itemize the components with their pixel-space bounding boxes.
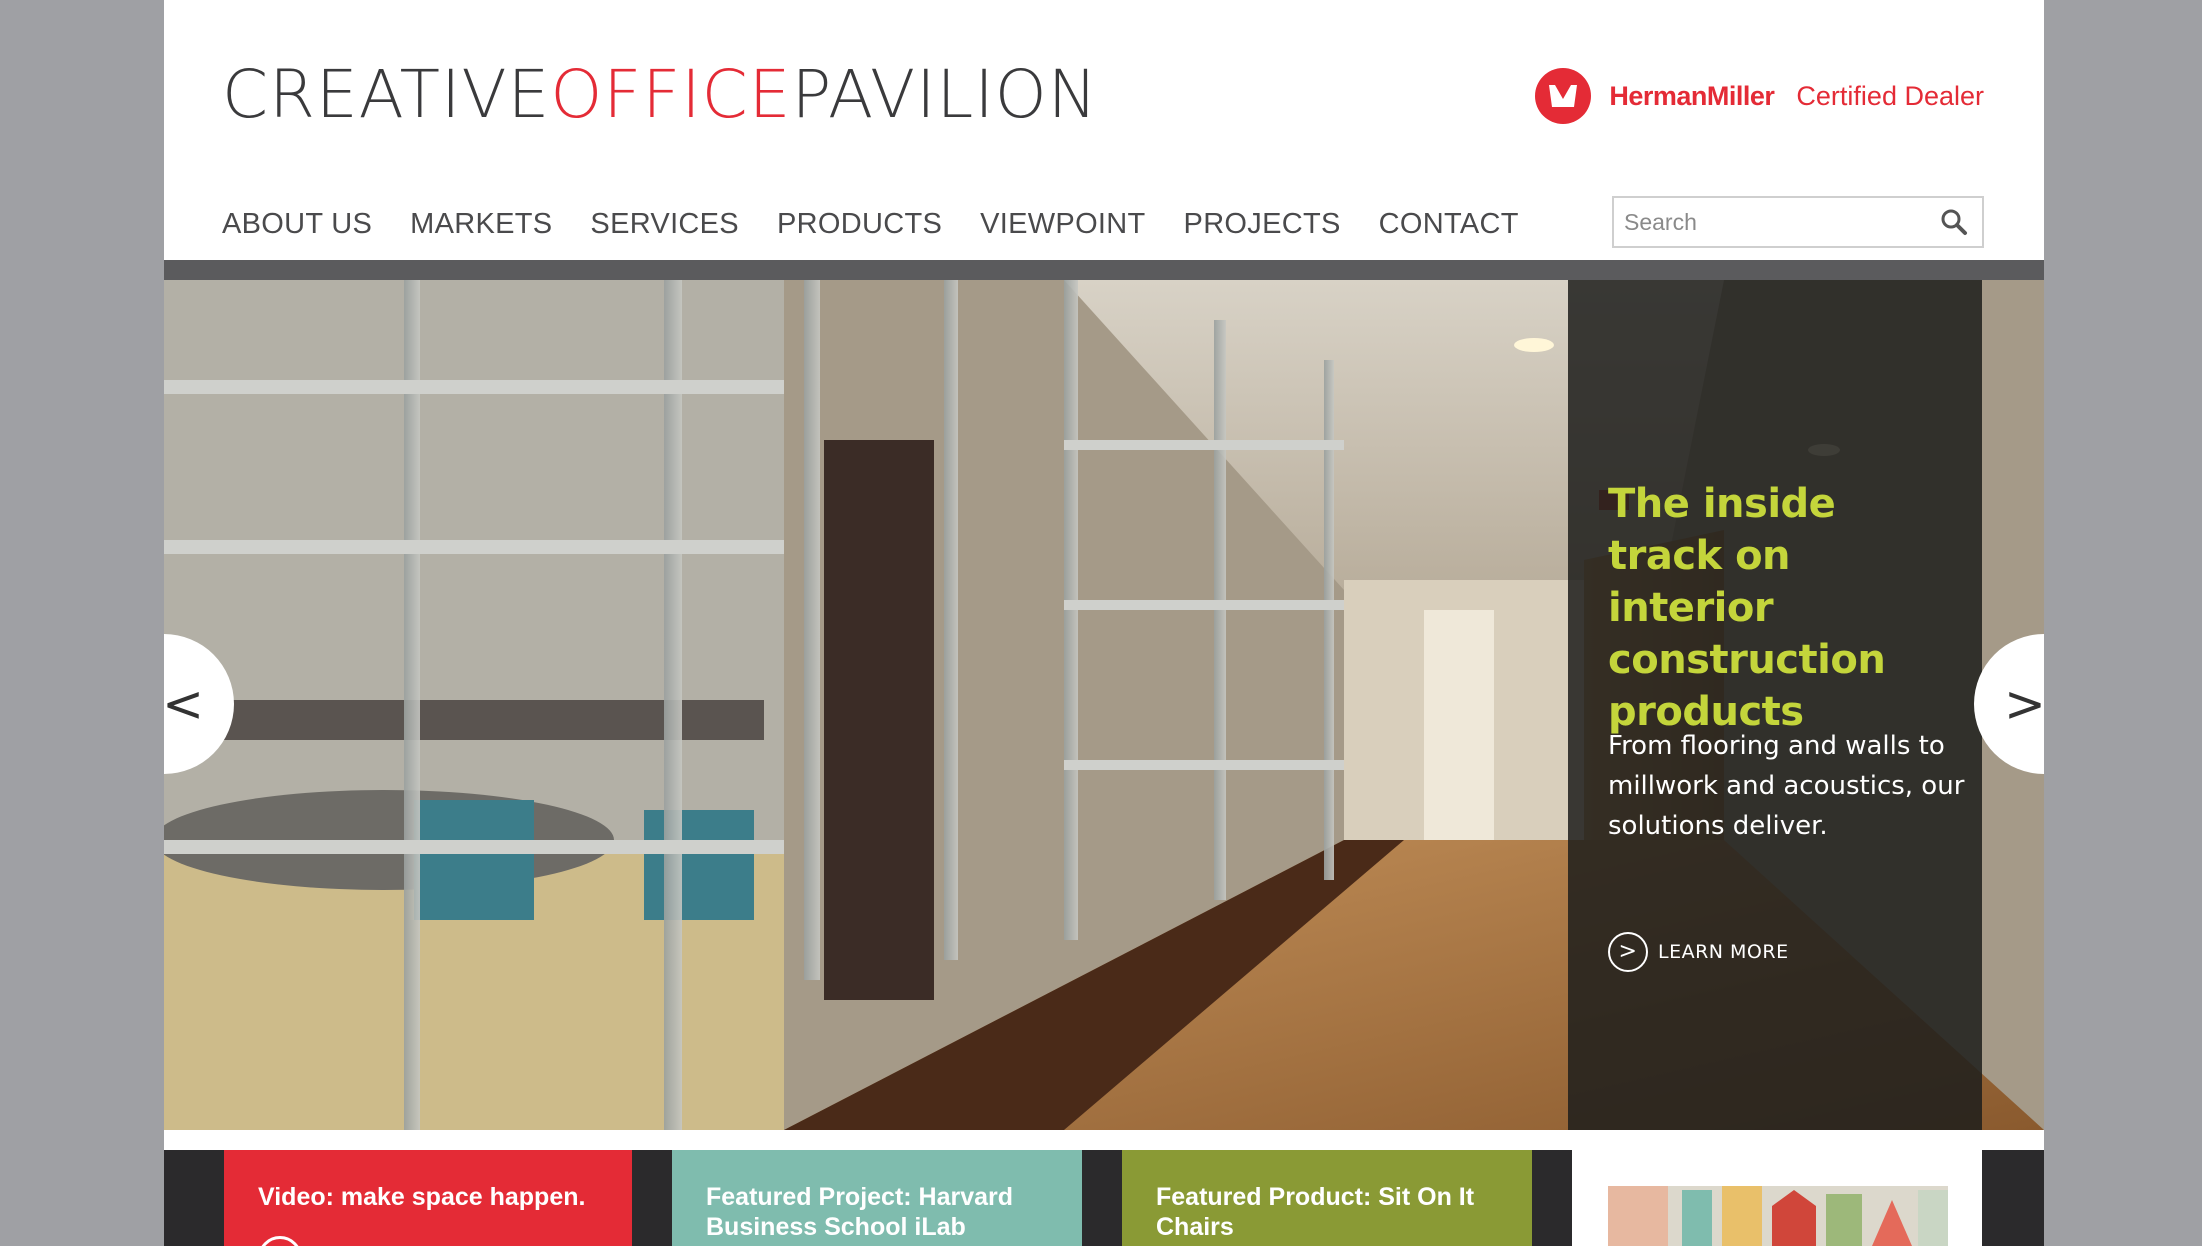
nav-about-us[interactable]: ABOUT US	[222, 208, 372, 241]
nav-projects[interactable]: PROJECTS	[1184, 208, 1341, 241]
hero-headline: The inside track on interior constructio…	[1608, 481, 1886, 735]
tile-featured-product-label: Featured Product: Sit On It Chairs	[1156, 1183, 1475, 1241]
search-input[interactable]	[1614, 198, 1934, 246]
logo-creative: CREATIVE	[222, 56, 551, 133]
site-logo[interactable]: CREATIVEOFFICEPAVILION	[222, 50, 1098, 140]
chevron-right-circle-icon: >	[1608, 932, 1648, 972]
play-icon	[258, 1236, 302, 1246]
tile-video[interactable]: Video: make space happen.	[224, 1150, 632, 1246]
dealer-brand: HermanMiller	[1609, 80, 1775, 111]
nav-viewpoint[interactable]: VIEWPOINT	[980, 208, 1145, 241]
hero-top-bar	[164, 260, 2044, 280]
search-box	[1612, 196, 1984, 248]
nav-products[interactable]: PRODUCTS	[777, 208, 942, 241]
tile-illustration-image	[1572, 1150, 1982, 1246]
tile-illustration[interactable]	[1572, 1150, 1982, 1246]
tile-featured-product[interactable]: Featured Product: Sit On It Chairs	[1122, 1150, 1532, 1246]
page: CREATIVEOFFICEPAVILION HermanMiller Cert…	[164, 0, 2044, 1246]
herman-miller-dealer-badge[interactable]: HermanMiller Certified Dealer	[1535, 68, 1984, 124]
tile-video-label: Video: make space happen.	[258, 1183, 586, 1211]
logo-pavilion: PAVILION	[791, 56, 1099, 133]
nav-markets[interactable]: MARKETS	[410, 208, 552, 241]
learn-more-button[interactable]: > LEARN MORE	[1608, 932, 1789, 972]
hero-subtext: From flooring and walls to millwork and …	[1608, 731, 1965, 841]
search-icon[interactable]	[1940, 208, 1968, 236]
hero-slider: The inside track on interior constructio…	[164, 280, 2044, 1130]
dealer-certified: Certified Dealer	[1796, 80, 1984, 111]
main-nav: ABOUT US MARKETS SERVICES PRODUCTS VIEWP…	[222, 200, 1519, 248]
tile-featured-project[interactable]: Featured Project: Harvard Business Schoo…	[672, 1150, 1082, 1246]
nav-contact[interactable]: CONTACT	[1379, 208, 1519, 241]
hero-caption-panel: The inside track on interior constructio…	[1568, 280, 1982, 1130]
herman-miller-logo-icon	[1535, 68, 1592, 124]
nav-services[interactable]: SERVICES	[590, 208, 739, 241]
logo-office: OFFICE	[550, 56, 792, 133]
learn-more-label: LEARN MORE	[1658, 941, 1789, 963]
tile-featured-project-label: Featured Project: Harvard Business Schoo…	[706, 1183, 1014, 1241]
